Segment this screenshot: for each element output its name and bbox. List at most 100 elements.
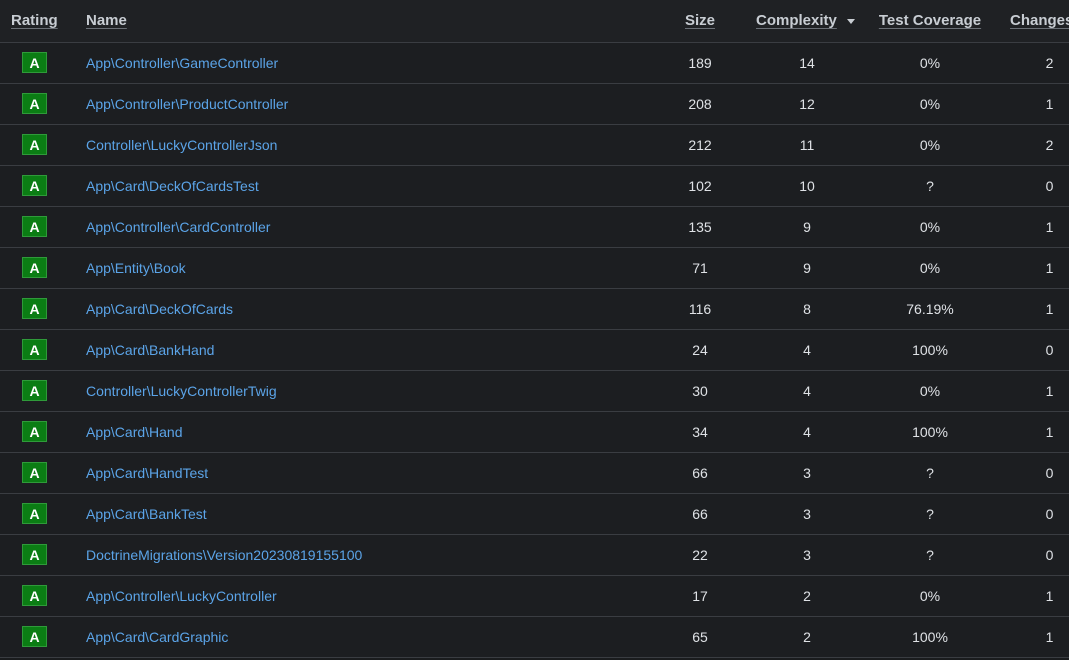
- header-name-label[interactable]: Name: [86, 12, 127, 29]
- complexity-cell: 8: [803, 300, 811, 317]
- complexity-cell: 11: [799, 136, 815, 153]
- changes-cell: 1: [1045, 218, 1054, 235]
- size-cell: 22: [692, 546, 708, 563]
- table-row: A DoctrineMigrations\Version2023081915510…: [0, 534, 1069, 575]
- table-row: A App\Card\Hand 34 4 100% 1: [0, 411, 1069, 452]
- changes-cell: 1: [1045, 423, 1054, 440]
- rating-badge: A: [22, 52, 47, 73]
- rating-cell: A: [0, 616, 79, 657]
- rating-badge: A: [22, 421, 47, 442]
- class-name-link[interactable]: App\Card\BankHand: [86, 342, 214, 358]
- table-row: A App\Controller\LuckyController 17 2 0% 1: [0, 575, 1069, 616]
- header-changes-label[interactable]: Changes: [1010, 12, 1069, 29]
- complexity-cell: 4: [803, 423, 811, 440]
- complexity-cell: 3: [803, 505, 811, 522]
- table-body: A App\Controller\GameController 189 14 0% 2 A A…: [0, 42, 1069, 657]
- rating-cell: A: [0, 493, 79, 534]
- changes-cell: 1: [1045, 382, 1054, 399]
- header-test-coverage-label[interactable]: Test Coverage: [879, 12, 981, 29]
- coverage-cell: 76.19%: [906, 300, 954, 317]
- classes-table-container: Rating Name Size Complexity Test Coverag…: [0, 0, 1069, 660]
- table-row: A App\Card\DeckOfCards 116 8 76.19% 1: [0, 288, 1069, 329]
- name-cell: App\Card\BankHand: [79, 329, 646, 370]
- changes-cell: 2: [1045, 54, 1054, 71]
- coverage-cell: 0%: [919, 259, 941, 276]
- rating-cell: A: [0, 370, 79, 411]
- class-name-link[interactable]: DoctrineMigrations\Version20230819155100: [86, 547, 362, 563]
- size-cell: 66: [692, 505, 708, 522]
- table-row: A App\Card\CardGraphic 65 2 100% 1: [0, 616, 1069, 657]
- class-name-link[interactable]: App\Entity\Book: [86, 260, 186, 276]
- rating-badge: A: [22, 626, 47, 647]
- rating-cell: A: [0, 534, 79, 575]
- header-rating[interactable]: Rating: [0, 0, 79, 43]
- rating-badge: A: [22, 503, 47, 524]
- class-name-link[interactable]: Controller\LuckyControllerJson: [86, 137, 277, 153]
- coverage-cell: ?: [926, 505, 934, 522]
- name-cell: App\Controller\ProductController: [79, 83, 646, 124]
- name-cell: App\Card\HandTest: [79, 452, 646, 493]
- coverage-cell: 100%: [912, 341, 948, 358]
- rating-badge: A: [22, 134, 47, 155]
- header-rating-label[interactable]: Rating: [11, 12, 58, 29]
- size-cell: 189: [688, 54, 712, 71]
- class-name-link[interactable]: App\Card\Hand: [86, 424, 183, 440]
- complexity-cell: 4: [803, 382, 811, 399]
- header-test-coverage[interactable]: Test Coverage: [860, 0, 1000, 43]
- size-cell: 212: [688, 136, 712, 153]
- rating-badge: A: [22, 585, 47, 606]
- coverage-cell: ?: [926, 464, 934, 481]
- rating-cell: A: [0, 206, 79, 247]
- name-cell: App\Card\Hand: [79, 411, 646, 452]
- size-cell: 102: [688, 177, 712, 194]
- sort-desc-icon[interactable]: [846, 18, 855, 24]
- complexity-cell: 12: [799, 95, 815, 112]
- header-changes[interactable]: Changes: [1000, 0, 1069, 43]
- rating-cell: A: [0, 247, 79, 288]
- size-cell: 65: [692, 628, 708, 645]
- rating-cell: A: [0, 124, 79, 165]
- changes-cell: 0: [1045, 177, 1054, 194]
- changes-cell: 1: [1045, 628, 1054, 645]
- class-name-link[interactable]: App\Card\BankTest: [86, 506, 207, 522]
- class-name-link[interactable]: App\Controller\ProductController: [86, 96, 288, 112]
- name-cell: App\Controller\GameController: [79, 42, 646, 83]
- complexity-cell: 14: [799, 54, 815, 71]
- header-complexity-label[interactable]: Complexity: [756, 12, 837, 29]
- class-name-link[interactable]: App\Card\DeckOfCardsTest: [86, 178, 259, 194]
- table-row: A App\Card\HandTest 66 3? 0: [0, 452, 1069, 493]
- header-complexity[interactable]: Complexity: [754, 0, 860, 43]
- name-cell: Controller\LuckyControllerTwig: [79, 370, 646, 411]
- rating-cell: A: [0, 288, 79, 329]
- changes-cell: 0: [1045, 505, 1054, 522]
- coverage-cell: 0%: [919, 218, 941, 235]
- header-name[interactable]: Name: [79, 0, 646, 43]
- classes-table: Rating Name Size Complexity Test Coverag…: [0, 0, 1069, 658]
- class-name-link[interactable]: App\Controller\GameController: [86, 55, 278, 71]
- header-size-label[interactable]: Size: [685, 12, 715, 29]
- class-name-link[interactable]: Controller\LuckyControllerTwig: [86, 383, 277, 399]
- rating-badge: A: [22, 298, 47, 319]
- class-name-link[interactable]: App\Controller\CardController: [86, 219, 270, 235]
- complexity-cell: 2: [803, 628, 811, 645]
- coverage-cell: 0%: [919, 382, 941, 399]
- changes-cell: 2: [1045, 136, 1054, 153]
- header-size[interactable]: Size: [646, 0, 754, 43]
- class-name-link[interactable]: App\Controller\LuckyController: [86, 588, 277, 604]
- name-cell: DoctrineMigrations\Version20230819155100: [79, 534, 646, 575]
- table-row: A App\Card\BankTest 66 3? 0: [0, 493, 1069, 534]
- name-cell: Controller\LuckyControllerJson: [79, 124, 646, 165]
- class-name-link[interactable]: App\Card\CardGraphic: [86, 629, 228, 645]
- size-cell: 208: [688, 95, 712, 112]
- coverage-cell: 0%: [919, 54, 941, 71]
- table-row: A App\Card\DeckOfCardsTest 102 10? 0: [0, 165, 1069, 206]
- table-row: A App\Entity\Book 71 9 0% 1: [0, 247, 1069, 288]
- class-name-link[interactable]: App\Card\HandTest: [86, 465, 208, 481]
- size-cell: 135: [688, 218, 712, 235]
- rating-cell: A: [0, 575, 79, 616]
- class-name-link[interactable]: App\Card\DeckOfCards: [86, 301, 233, 317]
- table-row: A App\Controller\ProductController 208 12 0%…: [0, 83, 1069, 124]
- name-cell: App\Card\DeckOfCardsTest: [79, 165, 646, 206]
- size-cell: 116: [688, 300, 712, 317]
- table-row: A App\Controller\CardController 135 9 0% 1: [0, 206, 1069, 247]
